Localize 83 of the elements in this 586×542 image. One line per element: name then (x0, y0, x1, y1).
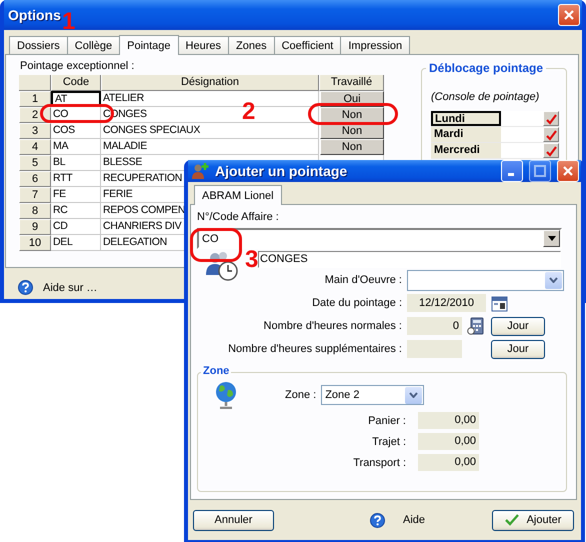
field-label: Zone : (285, 389, 316, 401)
zone-dropdown[interactable]: Zone 2 (321, 385, 424, 405)
field-label: Trajet : (371, 436, 406, 448)
field-label: Main d'Oeuvre : (324, 274, 402, 286)
row-number: 3 (19, 123, 51, 139)
tab[interactable]: ABRAM Lionel (194, 185, 282, 205)
column-header[interactable]: Travaillé (319, 75, 384, 91)
field-label: Nombre d'heures normales : (262, 320, 402, 332)
amount-field[interactable]: 0,00 (418, 454, 479, 471)
row-number: 7 (19, 187, 51, 203)
day-checkbox[interactable] (543, 111, 559, 126)
minimize-icon[interactable] (501, 160, 523, 182)
tab[interactable]: Zones (228, 36, 275, 54)
table-cell: COS (51, 123, 101, 139)
day-label[interactable]: Mardi (431, 127, 501, 142)
help-icon (18, 280, 33, 295)
table-cell: MALADIE (101, 139, 319, 155)
close-icon[interactable] (557, 160, 579, 182)
help-link[interactable]: Aide sur … (43, 282, 98, 294)
table-cell: CD (51, 219, 101, 235)
row-number: 8 (19, 203, 51, 219)
field-label: Panier : (367, 414, 406, 426)
maximize-icon[interactable] (529, 160, 551, 182)
row-number: 5 (19, 155, 51, 171)
add-user-icon (192, 163, 209, 179)
day-label[interactable]: Lundi (431, 111, 501, 126)
hours-field[interactable]: 0 (407, 317, 462, 335)
day-label[interactable]: Mercredi (431, 143, 501, 158)
day-button[interactable]: Jour (491, 340, 545, 358)
row-number: 1 (19, 91, 51, 107)
callout-number: 3 (245, 248, 258, 272)
field-label: Transport : (352, 456, 406, 468)
row-number: 2 (19, 107, 51, 123)
group-title: Zone (201, 365, 232, 377)
date-field[interactable]: 12/12/2010 (407, 294, 486, 312)
table-cell: DEL (51, 235, 101, 251)
window-title: Options (8, 7, 61, 23)
header-corner (19, 75, 51, 91)
table-cell: RC (51, 203, 101, 219)
field-label: Nombre d'heures supplémentaires : (227, 343, 402, 355)
day-checkbox[interactable] (543, 127, 559, 142)
callout-number: 1 (62, 10, 76, 34)
tab[interactable]: Dossiers (9, 36, 68, 54)
row-number: 10 (19, 235, 51, 251)
column-header[interactable]: Désignation (101, 75, 319, 91)
help-icon (370, 512, 385, 528)
affaire-field[interactable]: CO (197, 228, 562, 249)
tab[interactable]: Coefficient (274, 36, 342, 54)
calculator-icon[interactable] (467, 317, 484, 335)
field-label: Date du pointage : (311, 297, 402, 309)
column-header[interactable]: Code (51, 75, 101, 91)
group-subtitle: (Console de pointage) (431, 91, 540, 103)
people-clock-icon (206, 251, 238, 281)
calendar-icon[interactable] (491, 294, 508, 312)
tab[interactable]: Collège (66, 36, 120, 54)
row-number: 6 (19, 171, 51, 187)
worked-toggle[interactable]: Non (320, 139, 384, 155)
close-icon[interactable] (558, 4, 580, 26)
dropdown-field[interactable] (407, 270, 564, 290)
tab[interactable]: Pointage (119, 35, 179, 55)
day-checkbox[interactable] (543, 143, 559, 158)
help-label[interactable]: Aide (403, 514, 426, 526)
table-cell: RTT (51, 171, 101, 187)
amount-field[interactable]: 0,00 (418, 433, 479, 450)
hours-field[interactable] (407, 340, 462, 358)
table-cell: BL (51, 155, 101, 171)
section-label: Pointage exceptionnel : (20, 60, 136, 73)
table-cell: MA (51, 139, 101, 155)
add-button[interactable]: Ajouter (492, 510, 574, 530)
check-icon (504, 514, 519, 526)
table-cell: FE (51, 187, 101, 203)
worked-toggle[interactable]: Non (320, 107, 384, 123)
tab[interactable]: Heures (178, 36, 230, 54)
row-number: 4 (19, 139, 51, 155)
group-title: Déblocage pointage (426, 61, 546, 75)
amount-field[interactable]: 0,00 (418, 412, 479, 429)
day-button[interactable]: Jour (491, 316, 545, 336)
globe-icon (214, 381, 238, 409)
affaire-name-field: CONGES (258, 251, 561, 268)
row-number: 9 (19, 219, 51, 235)
cancel-button[interactable]: Annuler (193, 510, 274, 530)
tab[interactable]: Impression (340, 36, 410, 54)
table-cell: CONGES SPECIAUX (101, 123, 319, 139)
